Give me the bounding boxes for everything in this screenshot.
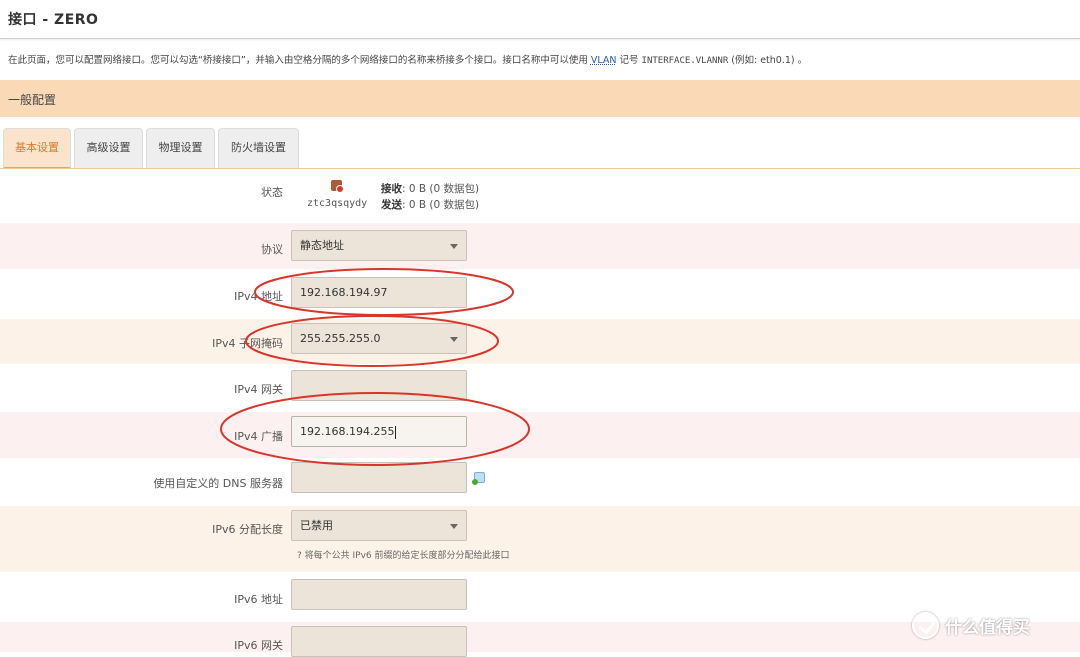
watermark-logo-icon	[912, 611, 939, 639]
ipv6-assign-hint: ? 将每个公共 IPv6 前缀的给定长度部分分配给此接口	[297, 548, 510, 561]
ipv4-broadcast-label: IPv4 广播	[234, 430, 283, 443]
ipv4-broadcast-input[interactable]: 192.168.194.255	[291, 416, 467, 447]
ipv4-address-row: IPv4 地址	[0, 269, 1080, 319]
tab-physical-settings[interactable]: 物理设置	[146, 128, 215, 169]
interface-name: ztc3qsqydy	[307, 198, 368, 209]
tx-value: : 0 B (0 数据包)	[402, 199, 480, 211]
ipv6-assign-row: IPv6 分配长度	[0, 506, 1080, 572]
rx-label: 接收	[381, 183, 402, 195]
dns-input[interactable]	[291, 462, 467, 493]
ipv4-gateway-label: IPv4 网关	[234, 383, 283, 396]
vlan-notation: INTERFACE.VLANNR	[641, 56, 729, 66]
ipv4-broadcast-row: IPv4 广播	[0, 412, 1080, 458]
rx-value: : 0 B (0 数据包)	[402, 183, 480, 195]
vlan-abbr: VLAN	[590, 55, 617, 66]
page-title: 接口 - ZERO	[8, 12, 99, 28]
ipv6-gateway-input[interactable]	[291, 626, 467, 657]
dns-label: 使用自定义的 DNS 服务器	[153, 477, 283, 490]
watermark: 什么值得买	[912, 610, 1030, 640]
add-dns-icon[interactable]	[472, 472, 485, 485]
ipv6-assign-hint-text: 将每个公共 IPv6 前缀的给定长度部分分配给此接口	[304, 551, 510, 561]
dns-row: 使用自定义的 DNS 服务器	[0, 458, 1080, 506]
text-caret	[395, 425, 397, 439]
ipv6-assign-select[interactable]: 已禁用	[291, 510, 467, 541]
ipv4-gateway-row: IPv4 网关	[0, 364, 1080, 412]
ipv4-address-input[interactable]: 192.168.194.97	[291, 277, 467, 308]
section-title: 一般配置	[8, 93, 57, 107]
description-text: 在此页面，您可以配置网络接口。您可以勾选“桥接接口”，并输入由空格分隔的多个网络…	[8, 55, 591, 66]
help-icon: ?	[297, 551, 305, 561]
status-label: 状态	[261, 186, 283, 199]
status-row: 状态	[0, 169, 1080, 223]
tx-stat: 发送: 0 B (0 数据包)	[381, 197, 479, 212]
description-text-after: (例如: eth0.1) 。	[728, 55, 808, 66]
ipv4-gateway-input[interactable]	[291, 370, 467, 401]
ipv6-address-input[interactable]	[291, 579, 467, 610]
ipv4-address-label: IPv4 地址	[234, 290, 283, 303]
network-status-icon	[331, 180, 344, 193]
ipv4-netmask-row: IPv4 子网掩码	[0, 319, 1080, 364]
ipv4-netmask-label: IPv4 子网掩码	[212, 337, 283, 350]
rx-stat: 接收: 0 B (0 数据包)	[381, 181, 479, 196]
page-description: 在此页面，您可以配置网络接口。您可以勾选“桥接接口”，并输入由空格分隔的多个网络…	[8, 52, 1072, 66]
ipv6-address-label: IPv6 地址	[234, 593, 283, 606]
protocol-select[interactable]: 静态地址	[291, 230, 467, 261]
protocol-label: 协议	[261, 243, 283, 256]
section-header: 一般配置	[0, 80, 1080, 117]
ipv4-broadcast-value: 192.168.194.255	[300, 425, 395, 438]
watermark-text: 什么值得买	[945, 617, 1030, 638]
ipv4-netmask-select[interactable]: 255.255.255.0	[291, 323, 467, 354]
ipv6-assign-label: IPv6 分配长度	[212, 523, 283, 536]
protocol-row: 协议	[0, 223, 1080, 269]
description-text-middle: 记号	[616, 55, 642, 66]
ipv6-gateway-label: IPv6 网关	[234, 639, 283, 652]
tab-advanced-settings[interactable]: 高级设置	[74, 128, 143, 169]
tx-label: 发送	[381, 199, 402, 211]
tab-basic-settings[interactable]: 基本设置	[3, 128, 71, 169]
title-bar: 接口 - ZERO	[0, 0, 1080, 39]
tab-firewall-settings[interactable]: 防火墙设置	[218, 128, 299, 169]
